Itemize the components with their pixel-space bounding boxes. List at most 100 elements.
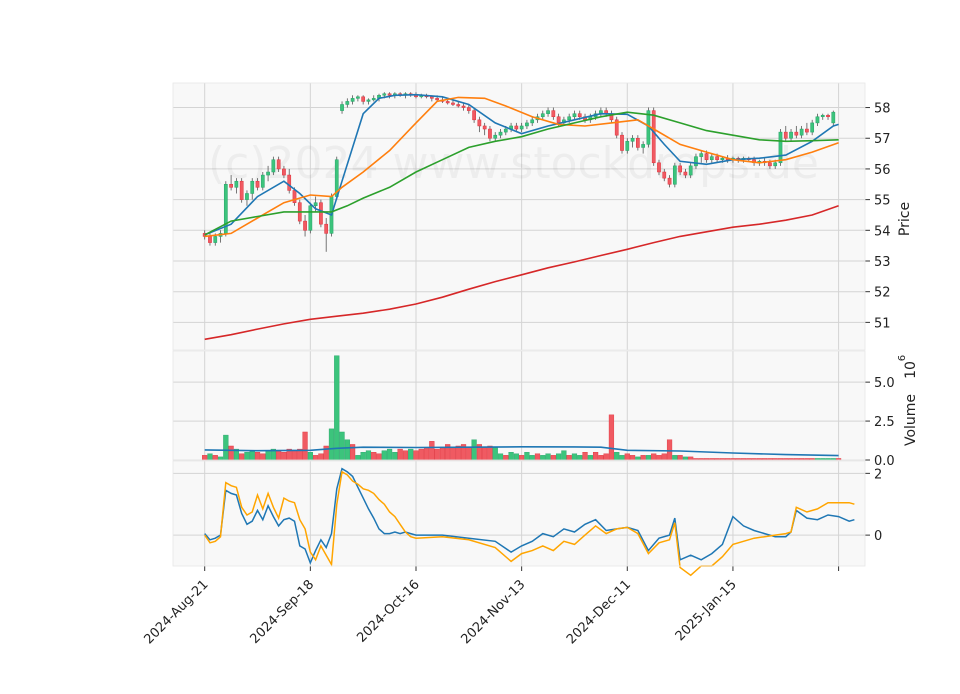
candle-down — [466, 107, 471, 111]
x-tick-label: 2024-Nov-13 — [458, 577, 528, 647]
volume-bar-up — [360, 452, 366, 461]
volume-bar-up — [561, 450, 567, 461]
volume-bar-down — [212, 455, 218, 461]
candle-up — [799, 128, 804, 136]
y-tick-label: 5.0 — [874, 376, 895, 391]
volume-bar-down — [429, 441, 435, 461]
candle-up — [699, 153, 704, 157]
y-tick-label: 52 — [874, 286, 891, 301]
candle-down — [826, 114, 830, 118]
candle-down — [319, 202, 323, 225]
y-tick-label: 0 — [874, 529, 882, 544]
candle-up — [245, 193, 249, 200]
volume-bar-up — [365, 450, 372, 461]
candle-up — [672, 165, 677, 185]
candle-up — [213, 236, 218, 243]
candle-up — [260, 174, 265, 188]
candle-up — [350, 98, 355, 102]
candle-down — [488, 128, 492, 139]
candle-up — [356, 96, 360, 99]
volume-bar-down — [550, 455, 556, 461]
candle-down — [805, 128, 809, 133]
candle-up — [540, 113, 545, 118]
volume-bar-down — [503, 455, 509, 461]
volume-bar-down — [423, 447, 430, 461]
candle-up — [366, 99, 371, 102]
candle-down — [451, 102, 455, 105]
volume-bar-up — [392, 452, 398, 461]
volume-bar-down — [487, 445, 493, 461]
x-tick-label: 2024-Aug-21 — [141, 577, 211, 647]
candle-up — [789, 131, 793, 139]
volume-bar-down — [482, 447, 488, 461]
volume-bar-down — [450, 447, 456, 461]
candle-up — [371, 98, 376, 101]
price-panel-background — [173, 83, 865, 350]
candle-down — [472, 110, 476, 121]
volume-bar-down — [323, 445, 329, 461]
volume-bar-down — [202, 455, 208, 461]
candle-down — [303, 220, 307, 231]
volume-bar-down — [439, 447, 446, 461]
candle-down — [678, 165, 682, 173]
volume-bar-down — [413, 450, 419, 461]
volume-bar-up — [471, 439, 477, 461]
candle-up — [313, 202, 318, 207]
volume-bar-down — [313, 455, 319, 461]
volume-bar-down — [260, 453, 266, 461]
stock-chart: (c)2024 www.stockdrops.de 2024-Aug-21 202… — [0, 0, 960, 690]
candle-down — [287, 174, 292, 191]
candle-up — [308, 205, 313, 231]
candle-down — [461, 105, 466, 108]
volume-bar-up — [492, 447, 498, 461]
volume-bar-up — [265, 450, 271, 461]
candle-down — [387, 93, 392, 96]
volume-bar-up — [328, 428, 335, 461]
candle-up — [530, 119, 535, 124]
candle-down — [361, 96, 366, 102]
y-tick-label: 56 — [874, 163, 891, 178]
candle-up — [773, 162, 778, 167]
volume-bar-up — [672, 455, 678, 461]
candle-down — [456, 104, 461, 107]
candle-up — [498, 131, 503, 136]
price-axis-label: Price — [897, 202, 913, 236]
candle-down — [429, 96, 434, 99]
candle-down — [577, 113, 582, 118]
volume-bar-down — [688, 456, 694, 461]
volume-bar-up — [614, 452, 620, 461]
candle-down — [715, 156, 719, 160]
candle-up — [625, 141, 630, 151]
y-tick-label: 53 — [874, 255, 891, 270]
y-tick-label: 58 — [874, 102, 891, 117]
volume-bar-up — [635, 456, 641, 461]
candle-down — [667, 177, 672, 185]
candle-up — [340, 104, 344, 111]
candle-up — [250, 180, 255, 194]
candle-down — [683, 171, 688, 176]
candle-down — [514, 125, 519, 130]
candle-down — [620, 134, 624, 151]
volume-bar-up — [545, 453, 551, 461]
volume-bar-up — [524, 452, 530, 461]
volume-bar-up — [497, 453, 504, 461]
volume-bar-down — [455, 445, 461, 461]
candle-up — [831, 111, 836, 124]
candle-down — [477, 119, 482, 127]
candle-down — [255, 180, 260, 188]
volume-bar-up — [307, 452, 313, 461]
volume-bar-down — [434, 448, 440, 461]
x-tick-label: 2024-Sep-18 — [248, 577, 318, 647]
candle-down — [651, 110, 656, 164]
volume-bar-down — [666, 439, 673, 461]
candle-up — [567, 116, 572, 121]
volume-bar-down — [656, 455, 662, 461]
candle-down — [768, 162, 772, 167]
volume-bar-up — [408, 448, 414, 461]
volume-bar-down — [239, 453, 245, 461]
candle-up — [572, 113, 577, 118]
volume-bar-down — [318, 453, 324, 461]
volume-bar-down — [598, 455, 604, 461]
candle-up — [810, 122, 815, 133]
x-tick-label: 2025-Jan-15 — [673, 577, 740, 644]
